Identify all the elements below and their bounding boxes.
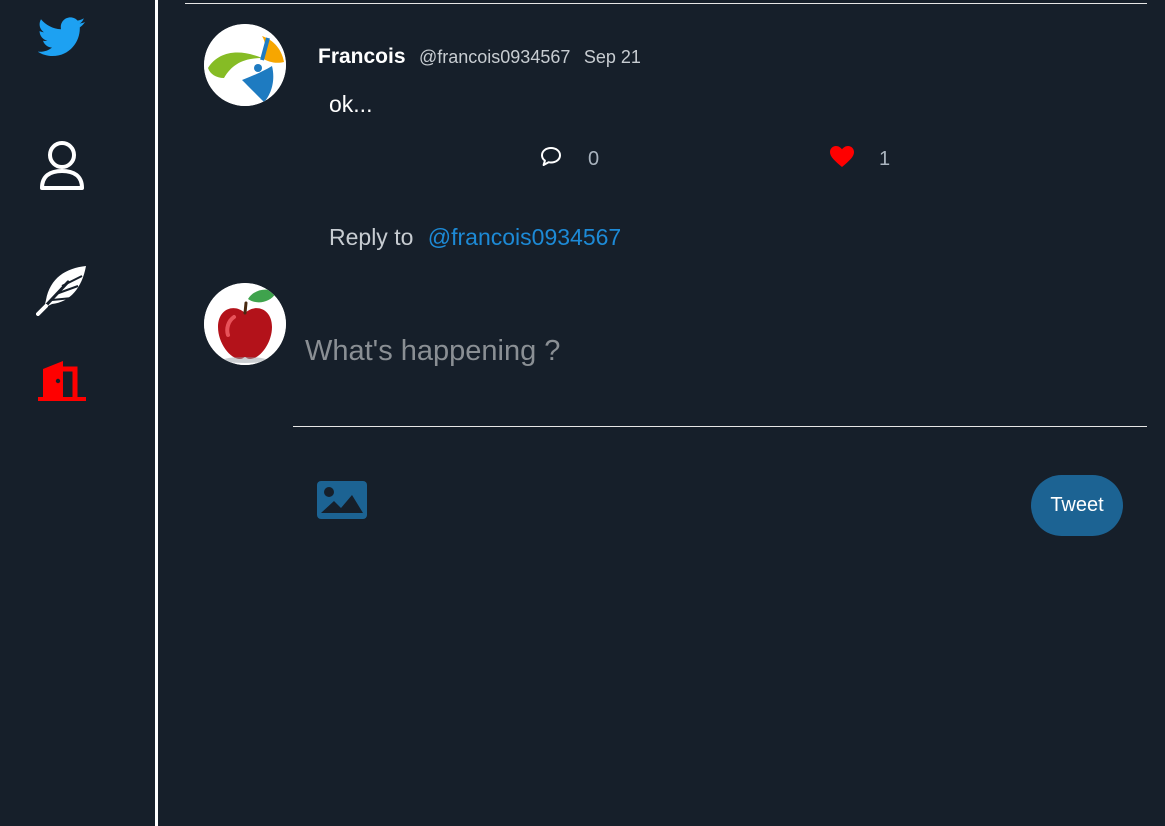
logout-door-icon[interactable] (37, 359, 87, 401)
sidebar (0, 0, 158, 826)
image-upload-icon[interactable] (317, 481, 367, 519)
feather-icon[interactable] (36, 264, 88, 316)
compose-divider (293, 426, 1147, 427)
author-handle[interactable]: @francois0934567 (419, 47, 570, 67)
reply-to-label: Reply to (329, 224, 414, 250)
heart-icon[interactable] (829, 145, 855, 174)
tweet-button[interactable]: Tweet (1031, 475, 1123, 536)
tweet-text: ok... (329, 91, 373, 117)
reply-count: 0 (588, 148, 600, 170)
tweet-header: Francois @francois0934567 Sep 21 (318, 45, 641, 69)
current-user-avatar[interactable] (204, 283, 286, 365)
author-name[interactable]: Francois (318, 45, 406, 68)
like-count: 1 (879, 148, 891, 170)
profile-user-icon[interactable] (38, 140, 86, 192)
like-button[interactable]: 1 (829, 145, 890, 174)
reply-to-handle-link[interactable]: @francois0934567 (428, 224, 621, 250)
compose-input[interactable] (293, 320, 1143, 382)
twitter-logo-icon[interactable] (38, 17, 86, 59)
comment-icon[interactable] (539, 145, 563, 174)
main-column: Francois @francois0934567 Sep 21 ok... 0 (161, 0, 1165, 826)
tweet-date: Sep 21 (583, 47, 641, 67)
reply-to: Reply to @francois0934567 (329, 224, 621, 251)
top-divider (185, 3, 1147, 4)
app: Francois @francois0934567 Sep 21 ok... 0 (0, 0, 1165, 826)
reply-button[interactable]: 0 (539, 145, 599, 174)
author-avatar[interactable] (204, 24, 286, 106)
